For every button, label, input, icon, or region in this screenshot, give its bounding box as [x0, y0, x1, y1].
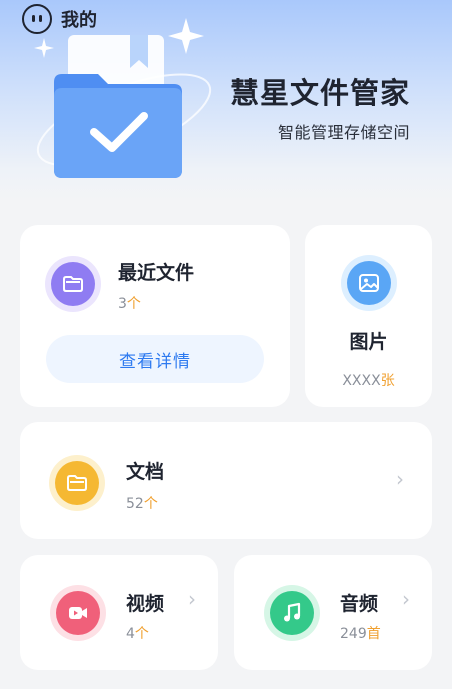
- video-count-value: 4: [126, 626, 135, 642]
- video-title: 视频: [126, 593, 165, 615]
- video-chevron-right-icon: ›: [188, 587, 196, 611]
- audio-count-value: 249: [340, 626, 367, 642]
- documents-icon: [49, 455, 105, 511]
- folder-check-illustration: [34, 18, 212, 178]
- audio-count: 249首: [340, 623, 381, 643]
- app-title: 慧星文件管家: [229, 76, 410, 110]
- images-card[interactable]: 图片 XXXX张: [305, 225, 432, 407]
- top-bar: 我的: [22, 4, 97, 34]
- app-subtitle: 智能管理存储空间: [277, 123, 410, 142]
- recent-files-icon: [45, 256, 101, 312]
- audio-card[interactable]: 音频 249首 ›: [234, 555, 432, 670]
- images-title: 图片: [349, 331, 388, 353]
- documents-card[interactable]: 文档 52个 ›: [20, 422, 432, 539]
- video-count-unit: 个: [134, 626, 149, 642]
- documents-title: 文档: [126, 461, 165, 483]
- header-banner: 我的 慧星文件管家 智能管理存储空间: [0, 0, 452, 200]
- images-count: XXXX张: [305, 370, 432, 390]
- recent-files-title: 最近文件: [118, 262, 195, 284]
- documents-count-unit: 个: [143, 496, 158, 512]
- recent-files-count-unit: 个: [126, 296, 141, 312]
- profile-face-icon[interactable]: [22, 4, 52, 34]
- video-count: 4个: [126, 623, 149, 643]
- recent-files-card[interactable]: 最近文件 3个 查看详情: [20, 225, 290, 407]
- documents-chevron-right-icon: ›: [396, 467, 404, 491]
- audio-title: 音频: [340, 593, 379, 615]
- audio-count-unit: 首: [366, 626, 381, 642]
- images-count-unit: 张: [380, 373, 395, 389]
- images-count-value: XXXX: [342, 373, 381, 389]
- video-icon: [50, 585, 106, 641]
- recent-files-count: 3个: [118, 293, 141, 313]
- recent-files-count-value: 3: [118, 296, 127, 312]
- audio-chevron-right-icon: ›: [402, 587, 410, 611]
- documents-count: 52个: [126, 493, 158, 513]
- view-details-button[interactable]: 查看详情: [46, 335, 264, 383]
- mine-label[interactable]: 我的: [61, 6, 97, 32]
- documents-count-value: 52: [126, 496, 144, 512]
- video-card[interactable]: 视频 4个 ›: [20, 555, 218, 670]
- images-icon: [341, 255, 397, 311]
- audio-icon: [264, 585, 320, 641]
